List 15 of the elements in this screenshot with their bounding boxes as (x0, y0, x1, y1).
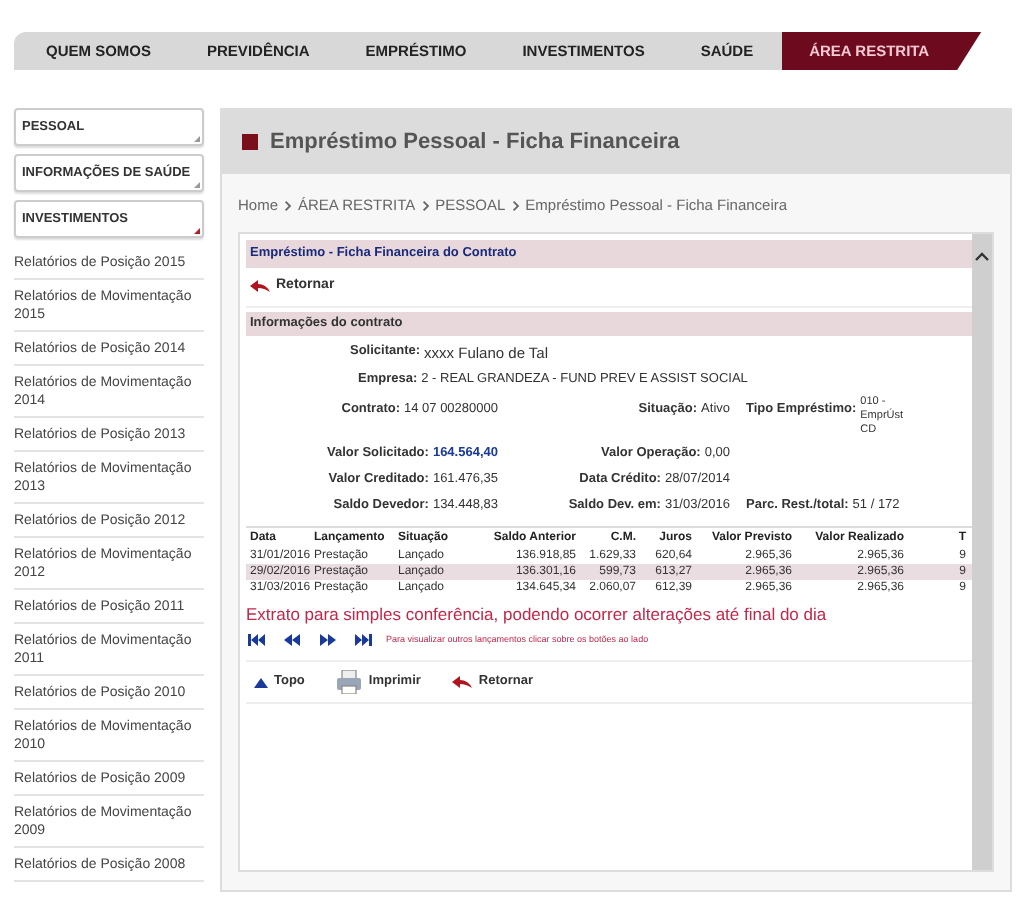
next-page-icon[interactable] (318, 632, 338, 649)
up-triangle-icon (254, 677, 268, 688)
previous-page-icon[interactable] (282, 632, 302, 649)
scrollbar[interactable] (972, 234, 992, 871)
square-icon (242, 134, 258, 150)
page-title: Empréstimo Pessoal - Ficha Financeira (270, 127, 680, 158)
chevron-icon (421, 199, 430, 212)
curved-arrow-icon (250, 279, 270, 294)
first-page-icon[interactable] (246, 632, 266, 649)
chevron-icon (284, 199, 293, 212)
chevron-icon (511, 199, 520, 212)
curved-arrow-icon (452, 675, 473, 690)
printer-icon (336, 670, 363, 695)
last-page-icon[interactable] (354, 632, 374, 649)
notice-text: Extrato para simples conferência, podendo ocorrer alterações até final do dia (246, 601, 829, 627)
